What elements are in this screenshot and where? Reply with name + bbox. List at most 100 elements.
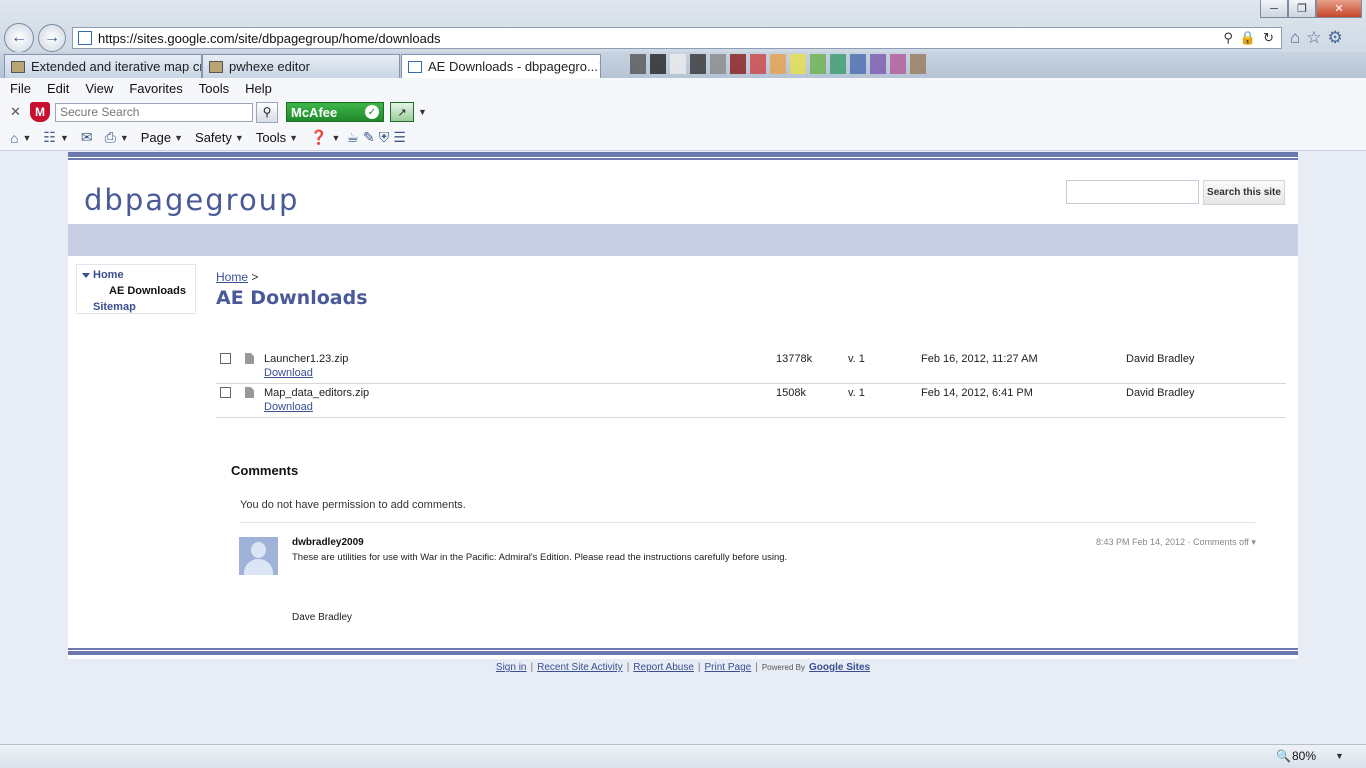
gear-icon[interactable]: ⚙ <box>1328 28 1343 48</box>
tab-favicon <box>209 60 223 73</box>
breadcrumb-home-link[interactable]: Home <box>216 270 248 284</box>
command-bar: ⌂ ▼ ☷ ▼ ✉ ⎙ ▼ Page ▼ Safety ▼ Tools ▼ ❓ … <box>0 125 1366 151</box>
close-window-button[interactable]: ✕ <box>1316 0 1362 18</box>
menu-view[interactable]: View <box>85 81 113 96</box>
tab-map-creator[interactable]: Extended and iterative map cre... <box>4 54 202 78</box>
browser-right-icons: ⌂ ☆ ⚙ <box>1290 28 1343 48</box>
comment-divider <box>240 522 1255 523</box>
file-date: Feb 16, 2012, 11:27 AM <box>921 353 1038 365</box>
file-icon <box>245 387 254 398</box>
help-icon[interactable]: ❓ <box>310 129 327 146</box>
menu-edit[interactable]: Edit <box>47 81 69 96</box>
chevron-down-icon[interactable]: ▼ <box>174 133 183 143</box>
mcafee-toolbar: ✕ M ⚲ McAfee ✓ ↗ ▼ <box>0 99 1366 125</box>
sidebar-item-ae-downloads[interactable]: AE Downloads <box>81 283 191 299</box>
safety-menu[interactable]: Safety <box>195 130 232 145</box>
sidebar-item-home[interactable]: Home <box>81 267 191 283</box>
tab-ae-downloads[interactable]: AE Downloads - dbpagegro... ✕ <box>401 54 601 78</box>
chevron-down-icon[interactable]: ▼ <box>1335 751 1344 761</box>
forward-button[interactable]: → <box>38 24 66 52</box>
chevron-down-icon[interactable]: ▼ <box>120 133 129 143</box>
file-row: Launcher1.23.zip Download 13778k v. 1 Fe… <box>216 350 1286 384</box>
chevron-down-icon[interactable]: ▼ <box>22 133 31 143</box>
search-icon[interactable]: ⚲ <box>256 101 278 123</box>
checkmark-icon: ✓ <box>365 105 379 119</box>
chevron-down-icon[interactable]: ▼ <box>60 133 69 143</box>
chevron-down-icon[interactable]: ▼ <box>289 133 298 143</box>
file-checkbox[interactable] <box>220 353 231 364</box>
zoom-icon[interactable]: 🔍 <box>1276 749 1291 763</box>
comments-heading: Comments <box>231 463 299 478</box>
file-version[interactable]: v. 1 <box>848 387 865 399</box>
tab-strip: Extended and iterative map cre... pwhexe… <box>0 52 1366 78</box>
sidebar-item-sitemap[interactable]: Sitemap <box>81 299 191 315</box>
file-version[interactable]: v. 1 <box>848 353 865 365</box>
home-icon[interactable]: ⌂ <box>1290 28 1300 48</box>
menu-tools[interactable]: Tools <box>199 81 229 96</box>
google-sites-link[interactable]: Google Sites <box>809 662 870 673</box>
search-icon[interactable]: ⚲ <box>1223 30 1233 46</box>
mcafee-status-button[interactable]: McAfee ✓ <box>286 102 384 122</box>
file-size: 1508k <box>776 387 806 399</box>
mail-icon[interactable]: ✉ <box>81 129 93 146</box>
report-abuse-link[interactable]: Report Abuse <box>633 662 694 673</box>
arrow-right-icon: → <box>44 29 60 46</box>
close-tab-icon[interactable]: ✕ <box>598 59 600 75</box>
print-icon[interactable]: ⎙ <box>105 129 116 146</box>
header-band <box>68 224 1298 256</box>
address-bar[interactable]: https://sites.google.com/site/dbpagegrou… <box>72 27 1282 49</box>
rss-feed-icon[interactable]: ☷ <box>43 129 56 146</box>
mcafee-shield-icon[interactable]: M <box>30 102 50 122</box>
close-toolbar-icon[interactable]: ✕ <box>10 104 24 120</box>
chevron-down-icon[interactable]: ▼ <box>332 133 341 143</box>
maximize-button[interactable]: ❐ <box>1288 0 1316 18</box>
menu-bar: File Edit View Favorites Tools Help <box>0 78 1366 99</box>
comment-body: These are utilities for use with War in … <box>292 552 788 563</box>
download-link[interactable]: Download <box>264 367 313 379</box>
comment-permission-note: You do not have permission to add commen… <box>240 499 466 511</box>
breadcrumb-separator: > <box>251 270 259 284</box>
file-checkbox[interactable] <box>220 387 231 398</box>
file-name[interactable]: Launcher1.23.zip <box>264 353 348 365</box>
site-search-input[interactable] <box>1066 180 1199 204</box>
file-icon <box>245 353 254 364</box>
site-title[interactable]: dbpagegroup <box>84 183 299 217</box>
sign-in-link[interactable]: Sign in <box>496 662 527 673</box>
sidebar-nav: Home AE Downloads Sitemap <box>76 264 196 314</box>
addon-icon[interactable]: ☰ <box>393 129 406 146</box>
search-site-button[interactable]: Search this site <box>1203 180 1285 205</box>
minimize-button[interactable]: ─ <box>1260 0 1288 18</box>
tab-favicon <box>11 60 25 73</box>
download-link[interactable]: Download <box>264 401 313 413</box>
footer-links: Sign in | Recent Site Activity | Report Abus… <box>495 662 871 673</box>
back-button[interactable]: ← <box>4 23 34 53</box>
menu-favorites[interactable]: Favorites <box>129 81 182 96</box>
refresh-icon[interactable]: ↻ <box>1263 30 1274 46</box>
comment-meta[interactable]: 8:43 PM Feb 14, 2012 · Comments off ▾ <box>1096 537 1256 548</box>
tab-pwhexe-editor[interactable]: pwhexe editor <box>202 54 400 78</box>
file-date: Feb 14, 2012, 6:41 PM <box>921 387 1033 399</box>
print-page-link[interactable]: Print Page <box>705 662 752 673</box>
address-url[interactable]: https://sites.google.com/site/dbpagegrou… <box>98 31 1223 46</box>
menu-help[interactable]: Help <box>245 81 272 96</box>
menu-file[interactable]: File <box>10 81 31 96</box>
favorites-star-icon[interactable]: ☆ <box>1306 28 1321 48</box>
share-icon[interactable]: ↗ <box>390 102 414 122</box>
java-icon[interactable]: ☕ <box>346 129 359 146</box>
footer-bar <box>68 648 1298 655</box>
tab-favicon <box>408 60 422 73</box>
window-controls: ─ ❐ ✕ <box>1260 0 1362 20</box>
chevron-down-icon[interactable]: ▼ <box>235 133 244 143</box>
research-icon[interactable]: ✎ <box>363 129 375 146</box>
tools-menu[interactable]: Tools <box>256 130 286 145</box>
shield-icon[interactable]: ⛨ <box>379 129 390 146</box>
zoom-level[interactable]: 80% <box>1292 749 1316 763</box>
file-name[interactable]: Map_data_editors.zip <box>264 387 369 399</box>
status-bar: 🔍 80% ▼ <box>0 744 1366 768</box>
chevron-down-icon[interactable]: ▼ <box>418 107 427 117</box>
page-menu[interactable]: Page <box>141 130 171 145</box>
home-icon[interactable]: ⌂ <box>10 130 18 146</box>
lock-icon[interactable]: 🔒 <box>1240 30 1256 46</box>
recent-activity-link[interactable]: Recent Site Activity <box>537 662 623 673</box>
secure-search-input[interactable] <box>55 102 253 122</box>
